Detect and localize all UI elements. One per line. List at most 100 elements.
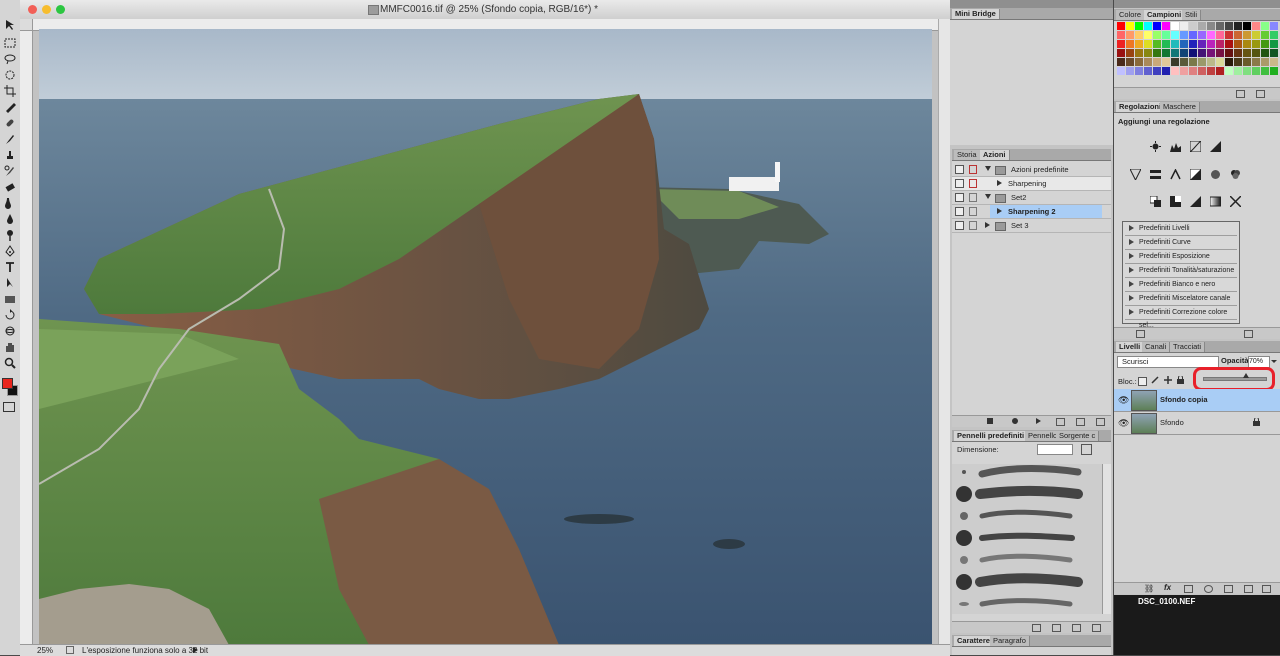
color-swatch[interactable]	[1252, 22, 1260, 30]
color-swatch[interactable]	[1180, 67, 1188, 75]
shape-tool-icon[interactable]	[3, 292, 17, 305]
brush-options-icon[interactable]	[1032, 624, 1041, 632]
visibility-eye-icon[interactable]: 👁	[1118, 418, 1129, 429]
move-tool-icon[interactable]	[3, 18, 17, 31]
pen-tool-icon[interactable]	[3, 244, 17, 257]
color-swatch[interactable]	[1243, 58, 1251, 66]
new-group-icon[interactable]	[1224, 585, 1233, 593]
color-swatch[interactable]	[1216, 49, 1224, 57]
eraser-tool-icon[interactable]	[3, 180, 17, 193]
trash-icon[interactable]	[1096, 418, 1105, 426]
color-swatch[interactable]	[1198, 22, 1206, 30]
tab-colore[interactable]: Colore	[1116, 10, 1146, 20]
color-swatch[interactable]	[1216, 67, 1224, 75]
color-swatch[interactable]	[1126, 49, 1134, 57]
type-tool-icon[interactable]	[3, 260, 17, 273]
color-swatch[interactable]	[1270, 22, 1278, 30]
photo-filter-icon[interactable]	[1210, 169, 1221, 180]
layer-name[interactable]: Sfondo copia	[1160, 395, 1208, 404]
adjustment-options-icon[interactable]	[1244, 330, 1253, 338]
expand-arrow-icon[interactable]	[997, 208, 1002, 214]
color-swatch[interactable]	[1117, 67, 1125, 75]
gradient-map-icon[interactable]	[1209, 196, 1222, 207]
selective-color-icon[interactable]	[1229, 195, 1242, 208]
trash-icon[interactable]	[1092, 624, 1101, 632]
desktop-file-label[interactable]: DSC_0100.NEF	[1138, 597, 1195, 606]
color-swatch[interactable]	[1252, 58, 1260, 66]
history-brush-tool-icon[interactable]	[3, 164, 17, 177]
color-swatch[interactable]	[1162, 22, 1170, 30]
color-swatch[interactable]	[1261, 67, 1269, 75]
color-swatch[interactable]	[1126, 22, 1134, 30]
action-row[interactable]: Sharpening 2	[952, 205, 1111, 219]
action-row[interactable]: Sharpening	[952, 177, 1111, 191]
lock-transparency-icon[interactable]	[1138, 377, 1147, 386]
color-swatch[interactable]	[1144, 58, 1152, 66]
opacity-slider[interactable]	[1203, 377, 1267, 381]
path-select-tool-icon[interactable]	[3, 276, 17, 289]
checkbox-icon[interactable]	[955, 221, 964, 230]
color-swatch[interactable]	[1189, 58, 1197, 66]
color-swatch[interactable]	[1234, 58, 1242, 66]
record-icon[interactable]	[1012, 418, 1018, 424]
color-swatch[interactable]	[1252, 31, 1260, 39]
preset-item[interactable]: Predefiniti Miscelatore canale	[1125, 292, 1237, 306]
color-swatch[interactable]	[1198, 31, 1206, 39]
color-swatch[interactable]	[1135, 58, 1143, 66]
tab-carattere[interactable]: Carattere	[954, 636, 994, 646]
tab-canali[interactable]: Canali	[1142, 342, 1171, 352]
dialog-toggle-icon[interactable]	[969, 165, 977, 174]
checkbox-icon[interactable]	[955, 193, 964, 202]
ruler-origin[interactable]	[20, 19, 33, 31]
color-swatch[interactable]	[1207, 40, 1215, 48]
brush-size-field[interactable]	[1037, 444, 1073, 455]
color-swatch[interactable]	[1261, 31, 1269, 39]
tab-storia[interactable]: Storia	[954, 150, 981, 160]
expand-arrow-icon[interactable]	[1129, 239, 1134, 245]
vertical-ruler[interactable]	[20, 30, 33, 644]
layer-row[interactable]: 👁 Sfondo copia	[1114, 389, 1280, 412]
curves-icon[interactable]	[1189, 140, 1202, 153]
color-swatch[interactable]	[1126, 40, 1134, 48]
add-mask-icon[interactable]	[1184, 585, 1193, 593]
link-layers-icon[interactable]: ⛓	[1144, 584, 1154, 593]
new-swatch-icon[interactable]	[1236, 90, 1245, 98]
quick-select-tool-icon[interactable]	[3, 68, 17, 81]
color-swatch[interactable]	[1207, 67, 1215, 75]
3d-rotate-tool-icon[interactable]	[3, 308, 17, 321]
eyedropper-tool-icon[interactable]	[3, 100, 17, 113]
color-swatch[interactable]	[1117, 31, 1125, 39]
trash-icon[interactable]	[1262, 585, 1271, 593]
color-swatch[interactable]	[1117, 40, 1125, 48]
layer-row[interactable]: 👁 Sfondo	[1114, 412, 1280, 435]
color-swatch[interactable]	[1216, 22, 1224, 30]
tab-tracciati[interactable]: Tracciati	[1170, 342, 1206, 352]
color-swatch[interactable]	[1207, 31, 1215, 39]
trash-icon[interactable]	[1256, 90, 1265, 98]
expand-arrow-icon[interactable]	[985, 166, 991, 171]
dialog-toggle-icon[interactable]	[969, 207, 977, 216]
color-swatch[interactable]	[1162, 49, 1170, 57]
color-swatch[interactable]	[1207, 58, 1215, 66]
color-swatch[interactable]	[1234, 67, 1242, 75]
color-swatch[interactable]	[1207, 49, 1215, 57]
action-row[interactable]: Azioni predefinite	[952, 163, 1111, 177]
tab-mini-bridge[interactable]: Mini Bridge	[952, 9, 1000, 19]
color-swatch[interactable]	[1162, 67, 1170, 75]
tab-clone-source[interactable]: Sorgente c	[1056, 431, 1100, 441]
color-swatch[interactable]	[1171, 31, 1179, 39]
dodge-tool-icon[interactable]	[3, 228, 17, 241]
invert-icon[interactable]	[1149, 195, 1161, 207]
color-swatch[interactable]	[1270, 67, 1278, 75]
expand-arrow-icon[interactable]	[1129, 267, 1134, 273]
color-swatch[interactable]	[1234, 22, 1242, 30]
new-set-icon[interactable]	[1056, 418, 1065, 426]
color-swatch[interactable]	[1144, 22, 1152, 30]
color-swatch[interactable]	[1162, 58, 1170, 66]
new-action-icon[interactable]	[1076, 418, 1085, 426]
layer-name[interactable]: Sfondo	[1160, 418, 1184, 427]
tab-campioni[interactable]: Campioni	[1144, 10, 1186, 20]
posterize-icon[interactable]	[1170, 196, 1181, 207]
color-swatch[interactable]	[1198, 40, 1206, 48]
color-swatch[interactable]	[1144, 49, 1152, 57]
